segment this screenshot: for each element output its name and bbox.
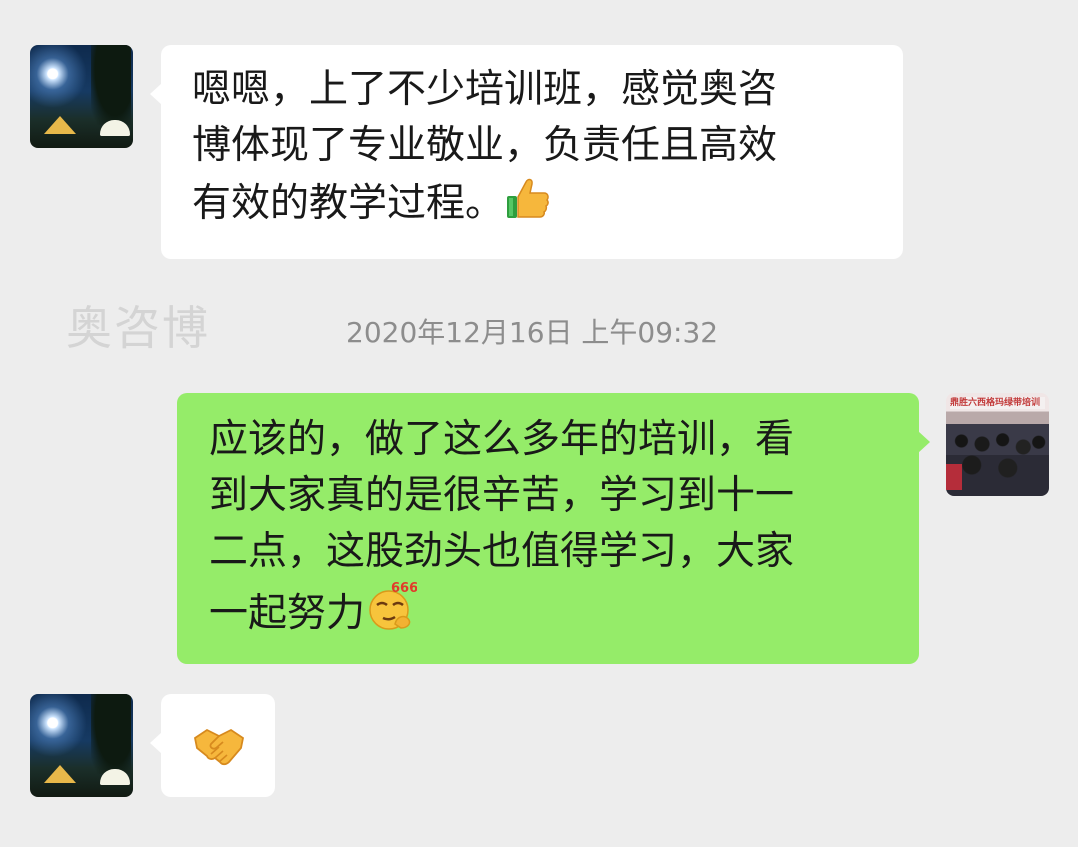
self-avatar[interactable]: 鼎胜六西格玛绿带培训 [946, 393, 1049, 496]
message-line: 嗯嗯，上了不少培训班，感觉奥咨 [192, 67, 778, 112]
bubble-tail [150, 83, 162, 105]
tree-silhouette [91, 694, 131, 774]
bubble-tail [918, 431, 930, 453]
contact-avatar[interactable] [30, 694, 133, 797]
emoji-label: 666 [391, 581, 417, 596]
contact-avatar[interactable] [30, 45, 133, 148]
watermark-text: 奥咨博 [66, 301, 210, 355]
message-bubble-incoming[interactable]: 嗯嗯，上了不少培训班，感觉奥咨 博体现了专业敬业，负责任且高效 有效的教学过程。 [150, 45, 903, 259]
tent-shape [44, 765, 76, 783]
avatar-banner: 鼎胜六西格玛绿带培训 [950, 397, 1045, 409]
666-emoji-icon: 666 [365, 580, 418, 648]
message-line: 应该的，做了这么多年的培训，看 [209, 417, 795, 462]
message-timestamp: 2020年12月16日 上午09:32 [346, 316, 719, 349]
message-line: 博体现了专业敬业，负责任且高效 [192, 123, 778, 168]
tent-shape [44, 116, 76, 134]
message-line: 二点，这股劲头也值得学习，大家 [209, 529, 795, 574]
bubble-tail [150, 732, 162, 754]
message-line: 有效的教学过程。 [192, 174, 873, 238]
message-bubble-outgoing[interactable]: 应该的，做了这么多年的培训，看 到大家真的是很辛苦，学习到十一 二点，这股劲头也… [177, 393, 930, 664]
handshake-icon [193, 722, 245, 784]
message-line: 一起努力 666 [209, 580, 891, 648]
red-element [946, 464, 962, 490]
thumbs-up-icon [504, 174, 552, 238]
tree-silhouette [91, 45, 131, 125]
message-line: 到大家真的是很辛苦，学习到十一 [209, 473, 795, 518]
message-bubble-incoming[interactable] [150, 694, 275, 797]
